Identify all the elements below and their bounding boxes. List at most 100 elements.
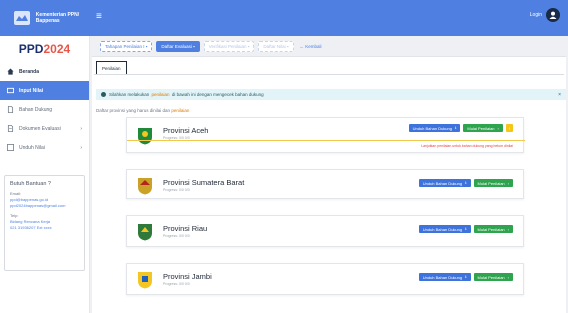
province-emblem-icon (137, 176, 153, 195)
alert-text: Silahkan melakukan (109, 92, 150, 97)
doc-icon (6, 125, 14, 133)
brand-logo-icon (14, 11, 30, 25)
breadcrumb-label: Daftar Evaluasi (161, 44, 192, 49)
province-name: Provinsi Sumatera Barat (163, 178, 245, 187)
top-bar: Kementerian PPN/ Bappenas ≡ Login (0, 0, 568, 36)
province-card: Provinsi Aceh Progress: 0/0 0/0 Unduh Ba… (126, 117, 525, 153)
input-icon (6, 87, 14, 95)
sidebar-item-label: Unduh Nilai (19, 144, 45, 151)
download-supporting-button[interactable]: Unduh Bahan Dukung ⭳ (418, 225, 471, 233)
button-label: Unduh Bahan Dukung (422, 180, 463, 186)
help-phone-text[interactable]: 021 31936207 Ext xxxx (10, 225, 79, 231)
sidebar-item-label: Beranda (19, 68, 40, 75)
tab-penilaian[interactable]: Penilaian (96, 61, 127, 74)
user-avatar-icon (546, 8, 560, 22)
chevron-right-icon: › (507, 180, 509, 186)
start-evaluation-button[interactable]: Mulai Penilaian › (473, 179, 513, 187)
breadcrumb-step: Daftar Nilai ▪ (258, 41, 294, 52)
sidebar-item-beranda[interactable]: Beranda (0, 62, 89, 81)
progress-divider (127, 140, 525, 141)
chevron-right-icon: › (507, 226, 509, 232)
close-icon[interactable]: × (558, 92, 561, 98)
info-alert: Silahkan melakukan penilaian di bawah in… (96, 89, 566, 100)
brand[interactable]: Kementerian PPN/ Bappenas (0, 0, 90, 36)
download-supporting-button[interactable]: Unduh Bahan Dukung ⭳ (418, 273, 471, 281)
hint-text: Daftar provinsi yang harus dinilai dan (96, 108, 171, 113)
province-card: Provinsi Riau Progress: 0/0 0/0 Unduh Ba… (126, 215, 524, 247)
card-actions: Unduh Bahan Dukung ⭳ Mulai Penilaian › (418, 225, 513, 233)
main-content: Tahapan Penilaian I ▪ Daftar Evaluasi ▪ … (90, 36, 568, 313)
hamburger-icon[interactable]: ≡ (96, 12, 102, 22)
button-label: Unduh Bahan Dukung (412, 125, 452, 131)
chevron-right-icon: › (497, 125, 499, 131)
sidebar-item-bahan-dukung[interactable]: Bahan Dukung (0, 100, 89, 119)
province-emblem-icon (137, 270, 153, 289)
breadcrumb-step-current[interactable]: Daftar Evaluasi ▪ (156, 41, 200, 52)
province-card: Provinsi Sumatera Barat Progress: 0/0 0/… (126, 169, 524, 199)
province-name: Provinsi Jambi (163, 272, 212, 281)
province-progress: Progress: 0/0 0/0 (163, 282, 190, 286)
button-label: Mulai Penilaian (477, 180, 505, 186)
province-progress: Progress: 0/0 0/0 (163, 234, 190, 238)
evaluation-panel: Penilaian Silahkan melakukan penilaian d… (92, 56, 566, 313)
button-label: Mulai Penilaian (467, 125, 495, 131)
hint-highlight: penilaian (171, 108, 190, 113)
home-icon (6, 68, 14, 76)
app-title: PPD 2024 (0, 36, 89, 62)
province-name: Provinsi Aceh (163, 126, 209, 135)
card-actions: Unduh Bahan Dukung ⭳ Mulai Penilaian › (418, 273, 513, 281)
start-evaluation-button[interactable]: Mulai Penilaian › (473, 273, 513, 281)
breadcrumb-label: Tahapan Penilaian I (105, 44, 145, 49)
button-label: Mulai Penilaian (477, 226, 505, 232)
button-label: Unduh Bahan Dukung (422, 226, 463, 232)
province-emblem-icon (137, 126, 153, 145)
province-card: Provinsi Jambi Progress: 0/0 0/0 Unduh B… (126, 263, 524, 295)
download-icon: ⭳ (454, 124, 457, 130)
back-link[interactable]: ← Kembali (300, 44, 322, 49)
tab-divider (94, 74, 564, 75)
help-box: Butuh Bantuan ? Email: ppd@bappenas.go.i… (4, 175, 85, 271)
chevron-right-icon: › (80, 125, 82, 132)
file-icon (6, 106, 14, 114)
province-name: Provinsi Riau (163, 224, 208, 233)
info-icon (101, 92, 106, 97)
button-label: Mulai Penilaian (477, 274, 505, 280)
brand-name: Kementerian PPN/ Bappenas (35, 12, 80, 24)
breadcrumb-step[interactable]: Tahapan Penilaian I ▪ (100, 41, 153, 52)
card-actions: Unduh Bahan Dukung ⭳ Mulai Penilaian › (418, 179, 513, 187)
breadcrumb-label: Verifikasi Penilaian (208, 44, 247, 49)
app-title-main: PPD (18, 42, 44, 56)
download-icon (6, 144, 14, 152)
chevron-right-icon: › (507, 274, 509, 280)
sidebar-item-label: Input Nilai (19, 87, 44, 94)
chevron-right-icon: › (80, 144, 82, 151)
back-label: Kembali (305, 44, 322, 49)
help-title: Butuh Bantuan ? (10, 181, 51, 187)
sidebar-item-label: Bahan Dukung (19, 106, 53, 113)
alert-text: di bawah ini dengan mengecek bahan dukun… (171, 92, 264, 97)
start-evaluation-button[interactable]: Mulai Penilaian › (473, 225, 513, 233)
warning-icon[interactable]: ! (505, 124, 513, 132)
user-label: Login (529, 12, 542, 18)
list-hint: Daftar provinsi yang harus dinilai dan p… (96, 108, 189, 113)
download-supporting-button[interactable]: Unduh Bahan Dukung ⭳ (418, 179, 471, 187)
breadcrumb-label: Daftar Nilai (263, 44, 286, 49)
user-menu[interactable]: Login (530, 8, 560, 22)
breadcrumb-step: Verifikasi Penilaian ▪ (203, 41, 255, 52)
province-progress: Progress: 0/0 0/0 (163, 188, 190, 192)
start-evaluation-button[interactable]: Mulai Penilaian › (463, 124, 503, 132)
sidebar-item-label: Dokumen Evaluasi (19, 125, 61, 132)
download-icon: ⭳ (465, 273, 467, 279)
card-actions: Unduh Bahan Dukung ⭳ Mulai Penilaian › ! (408, 124, 513, 132)
sidebar-item-unduh-nilai[interactable]: Unduh Nilai › (0, 138, 89, 157)
sidebar-item-dokumen-evaluasi[interactable]: Dokumen Evaluasi › (0, 119, 89, 138)
download-icon: ⭳ (465, 225, 467, 231)
alert-highlight: penilaian (151, 92, 170, 97)
download-icon: ⭳ (465, 179, 467, 185)
button-label: Unduh Bahan Dukung (422, 274, 463, 280)
breadcrumb: Tahapan Penilaian I ▪ Daftar Evaluasi ▪ … (100, 41, 322, 52)
app-title-year: 2024 (43, 42, 71, 56)
province-emblem-icon (137, 222, 153, 241)
download-supporting-button[interactable]: Unduh Bahan Dukung ⭳ (408, 124, 461, 132)
sidebar-item-input-nilai[interactable]: Input Nilai (0, 81, 89, 100)
